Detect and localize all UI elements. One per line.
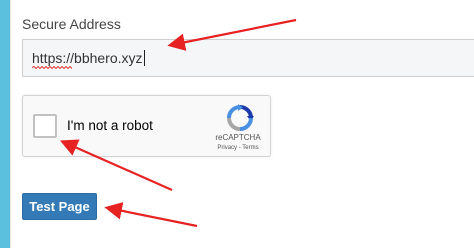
- address-value-prefix: https: [32, 50, 63, 66]
- left-divider: [10, 0, 11, 248]
- recaptcha-privacy-terms-links[interactable]: Privacy - Terms: [206, 145, 270, 151]
- spellcheck-underline: [32, 66, 72, 69]
- recaptcha-logo-icon: [227, 104, 254, 131]
- test-page-button[interactable]: Test Page: [22, 193, 97, 220]
- recaptcha-brand: reCAPTCHA: [215, 133, 261, 142]
- recaptcha-checkbox[interactable]: [33, 114, 57, 138]
- recaptcha-widget: I'm not a robot reCAPTCHA Privacy - Term…: [22, 95, 271, 157]
- address-value: https://bbhero.xyz: [32, 50, 143, 69]
- secure-address-label: Secure Address: [22, 16, 121, 32]
- address-value-rest: ://bbhero.xyz: [62, 50, 143, 66]
- secure-address-input[interactable]: https://bbhero.xyz: [22, 39, 474, 77]
- text-caret: [143, 50, 145, 66]
- arrow-to-button: [104, 202, 198, 228]
- recaptcha-label: I'm not a robot: [67, 118, 153, 133]
- left-accent-bar: [0, 0, 10, 248]
